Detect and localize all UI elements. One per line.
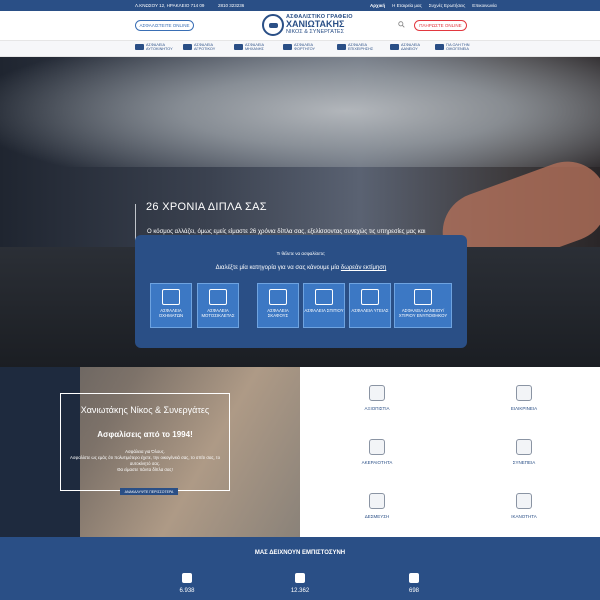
about-line2: Ασφαλίστε ως εμάς ότι πολυτιμότερο έχετε… xyxy=(70,455,220,466)
vehicles-icon xyxy=(162,289,180,305)
category-house[interactable]: ΑΣΦΑΛΕΙΑ ΣΠΙΤΙΟΥ xyxy=(303,283,345,328)
about-line3: Θα είμαστε πάντα δίπλα σας! xyxy=(117,467,173,472)
nav-item-label: ΑΣΦΑΛΕΙΑ ΜΗΧΑΝΗΣ xyxy=(245,43,264,51)
value-item: ΕΙΛΙΚΡΙΝΕΙΑ xyxy=(494,385,554,411)
panel-subtitle: Διαλέξτε μία κατηγορία για να σας κάνουμ… xyxy=(135,265,467,271)
top-link-contact[interactable]: Επικοινωνία xyxy=(472,3,496,8)
heart-icon xyxy=(361,289,379,305)
stats-title: ΜΑΣ ΔΕΙΧΝΟΥΝ ΕΜΠΙΣΤΟΣΥΝΗ xyxy=(254,550,346,556)
about-text: Ασφάλεια για Όλους. Ασφαλίστε ως εμάς ότ… xyxy=(60,449,230,473)
stats-section: ΜΑΣ ΔΕΙΧΝΟΥΝ ΕΜΠΙΣΤΟΣΥΝΗ 6.938 12.362 69… xyxy=(0,537,600,600)
logo-line3: ΝΙΚΟΣ & ΣΥΝΕΡΓΑΤΕΣ xyxy=(286,29,344,35)
panel-question: Τι θέλετε να ασφαλίσετε; xyxy=(276,251,326,256)
people-icon xyxy=(182,573,192,583)
store-icon xyxy=(409,573,419,583)
nav-item-label: ΑΣΦΑΛΕΙΑ ΕΠΙΧΕΙΡΗΣΗΣ xyxy=(348,43,374,51)
nav-item-label: ΑΣΦΑΛΕΙΑ ΑΥΤΟΚΙΝΗΤΟΥ xyxy=(146,43,173,51)
stat-item: 698 xyxy=(394,573,434,594)
nav-item-car[interactable]: ΑΣΦΑΛΕΙΑ ΑΥΤΟΚΙΝΗΤΟΥ xyxy=(135,43,174,51)
top-link-home[interactable]: Αρχική xyxy=(370,3,385,8)
logo-emblem-icon xyxy=(262,14,284,36)
top-links: Αρχική Η Εταιρεία μας Συχνές Ερωτήσεις Ε… xyxy=(370,3,497,8)
car-icon xyxy=(135,44,144,50)
boat-icon xyxy=(269,289,287,305)
competence-icon xyxy=(516,493,532,509)
top-link-company[interactable]: Η Εταιρεία μας xyxy=(392,3,422,8)
logo-line2: ΧΑΝΙΩΤΑΚΗΣ xyxy=(286,19,345,29)
top-link-faq[interactable]: Συχνές Ερωτήσεις xyxy=(429,3,466,8)
nav-item-family[interactable]: ΓΙΑ ΟΛΗ ΤΗΝ ΟΙΚΟΓΕΝΕΙΑ xyxy=(435,43,474,51)
category-nav: ΑΣΦΑΛΕΙΑ ΑΥΤΟΚΙΝΗΤΟΥ ΑΣΦΑΛΕΙΑ ΑΓΡΟΤΙΚΟΥ … xyxy=(0,40,600,57)
category-label: ΑΣΦΑΛΕΙΑ ΣΠΙΤΙΟΥ xyxy=(304,308,344,313)
values-section: ΑΞΙΟΠΙΣΤΙΑ ΕΙΛΙΚΡΙΝΕΙΑ ΑΚΕΡΑΙΟΤΗΤΑ ΣΥΝΕΠ… xyxy=(300,367,600,537)
panel-subtitle-text: Διαλέξτε μία κατηγορία για να σας κάνουμ… xyxy=(215,265,341,271)
category-loan[interactable]: ΑΣΦΑΛΕΙΑ ΔΑΝΕΙΟΥ/ΧΤΙΡΙΟΥ ΕΝΥΠΟΘΗΚΟΥ xyxy=(394,283,452,328)
category-label: ΑΣΦΑΛΕΙΑ ΜΟΤΟΣΙΚΛΕΤΑΣ xyxy=(201,308,235,318)
category-vehicles[interactable]: ΑΣΦΑΛΕΙΑ ΟΧΗΜΑΤΩΝ xyxy=(150,283,192,328)
honesty-icon xyxy=(516,385,532,401)
category-label: ΑΣΦΑΛΕΙΑ ΣΚΑΦΟΥΣ xyxy=(267,308,289,318)
stat-value: 12.362 xyxy=(290,588,310,594)
phone-text[interactable]: 2810 323236 xyxy=(218,3,244,8)
stat-value: 6.938 xyxy=(179,588,195,594)
stat-item: 12.362 xyxy=(280,573,320,594)
motorcycle-icon xyxy=(234,44,243,50)
business-icon xyxy=(337,44,346,50)
stat-value: 698 xyxy=(408,588,419,594)
nav-item-tractor[interactable]: ΑΣΦΑΛΕΙΑ ΑΓΡΟΤΙΚΟΥ xyxy=(183,43,222,51)
category-label: ΑΣΦΑΛΕΙΑ ΔΑΝΕΙΟΥ/ΧΤΙΡΙΟΥ ΕΝΥΠΟΘΗΚΟΥ xyxy=(398,308,448,318)
about-section: Χανιωτάκης Νίκος & Συνεργάτες Ασφαλίσεις… xyxy=(0,367,300,537)
search-icon[interactable] xyxy=(398,21,405,30)
tractor-icon xyxy=(183,44,192,50)
value-item: ΑΞΙΟΠΙΣΤΙΑ xyxy=(347,385,407,411)
logo[interactable]: ΑΣΦΑΛΙΣΤΙΚΟ ΓΡΑΦΕΙΟ ΧΑΝΙΩΤΑΚΗΣ ΝΙΚΟΣ & Σ… xyxy=(262,14,372,38)
integrity-icon xyxy=(369,439,385,455)
category-health[interactable]: ΑΣΦΑΛΕΙΑ ΥΓΕΙΑΣ xyxy=(349,283,391,328)
family-icon xyxy=(435,44,444,50)
discover-more-button[interactable]: ΑΝΑΚΑΛΥΨΤΕ ΠΕΡΙΣΣΟΤΕΡΑ xyxy=(120,488,178,495)
hero-background-image xyxy=(0,57,600,167)
consistency-icon xyxy=(516,439,532,455)
value-label: ΑΞΙΟΠΙΣΤΙΑ xyxy=(364,406,390,411)
value-item: ΑΚΕΡΑΙΟΤΗΤΑ xyxy=(347,439,407,465)
nav-item-motorcycle[interactable]: ΑΣΦΑΛΕΙΑ ΜΗΧΑΝΗΣ xyxy=(234,43,273,51)
category-motorcycle[interactable]: ΑΣΦΑΛΕΙΑ ΜΟΤΟΣΙΚΛΕΤΑΣ xyxy=(197,283,239,328)
category-label: ΑΣΦΑΛΕΙΑ ΟΧΗΜΑΤΩΝ xyxy=(158,308,184,318)
stat-item: 6.938 xyxy=(167,573,207,594)
truck-icon xyxy=(283,44,292,50)
free-estimate-link[interactable]: δωρεάν εκτίμηση xyxy=(341,265,386,271)
nav-item-label: ΓΙΑ ΟΛΗ ΤΗΝ ΟΙΚΟΓΕΝΕΙΑ xyxy=(446,43,470,51)
insure-online-button[interactable]: ΑΣΦΑΛΙΣΤΕΙΤΕ ONLINE xyxy=(135,20,194,31)
top-bar: Λ.ΚΝΩΣΟΥ 12, ΗΡΑΚΛΕΙΟ 714 09 2810 323236… xyxy=(0,0,600,11)
nav-item-label: ΑΣΦΑΛΕΙΑ ΦΟΡΤΗΓΟΥ xyxy=(294,43,316,51)
bank-icon xyxy=(390,44,399,50)
value-item: ΙΚΑΝΟΤΗΤΑ xyxy=(494,493,554,519)
scooter-icon xyxy=(209,289,227,305)
house-icon xyxy=(315,289,333,305)
category-label: ΑΣΦΑΛΕΙΑ ΥΓΕΙΑΣ xyxy=(351,308,389,313)
value-label: ΔΕΣΜΕΥΣΗ xyxy=(364,514,390,519)
nav-item-label: ΑΣΦΑΛΕΙΑ ΑΓΡΟΤΙΚΟΥ xyxy=(194,43,216,51)
insurance-category-panel: Τι θέλετε να ασφαλίσετε; Διαλέξτε μία κα… xyxy=(135,235,467,348)
folder-icon xyxy=(295,573,305,583)
about-since: Ασφαλίσεις από το 1994! xyxy=(97,430,193,439)
nav-item-loan[interactable]: ΑΣΦΑΛΕΙΑ ΔΑΝΕΙΟΥ xyxy=(390,43,429,51)
nav-item-label: ΑΣΦΑΛΕΙΑ ΔΑΝΕΙΟΥ xyxy=(401,43,420,51)
value-item: ΔΕΣΜΕΥΣΗ xyxy=(347,493,407,519)
hero-title: 26 ΧΡΟΝΙΑ ΔΙΠΛΑ ΣΑΣ xyxy=(146,201,267,213)
pay-online-button[interactable]: ΠΛΗΡΩΣΤΕ ONLINE xyxy=(414,20,467,31)
value-label: ΙΚΑΝΟΤΗΤΑ xyxy=(511,514,537,519)
value-item: ΣΥΝΕΠΕΙΑ xyxy=(494,439,554,465)
commitment-icon xyxy=(369,493,385,509)
value-label: ΕΙΛΙΚΡΙΝΕΙΑ xyxy=(510,406,538,411)
category-boat[interactable]: ΑΣΦΑΛΕΙΑ ΣΚΑΦΟΥΣ xyxy=(257,283,299,328)
value-label: ΑΚΕΡΑΙΟΤΗΤΑ xyxy=(361,460,393,465)
value-label: ΣΥΝΕΠΕΙΑ xyxy=(512,460,536,465)
nav-item-business[interactable]: ΑΣΦΑΛΕΙΑ ΕΠΙΧΕΙΡΗΣΗΣ xyxy=(337,43,376,51)
about-company-name: Χανιωτάκης Νίκος & Συνεργάτες xyxy=(80,405,210,415)
bank-building-icon xyxy=(414,289,432,305)
nav-item-truck[interactable]: ΑΣΦΑΛΕΙΑ ΦΟΡΤΗΓΟΥ xyxy=(283,43,322,51)
address-text: Λ.ΚΝΩΣΟΥ 12, ΗΡΑΚΛΕΙΟ 714 09 xyxy=(135,3,205,8)
trust-icon xyxy=(369,385,385,401)
